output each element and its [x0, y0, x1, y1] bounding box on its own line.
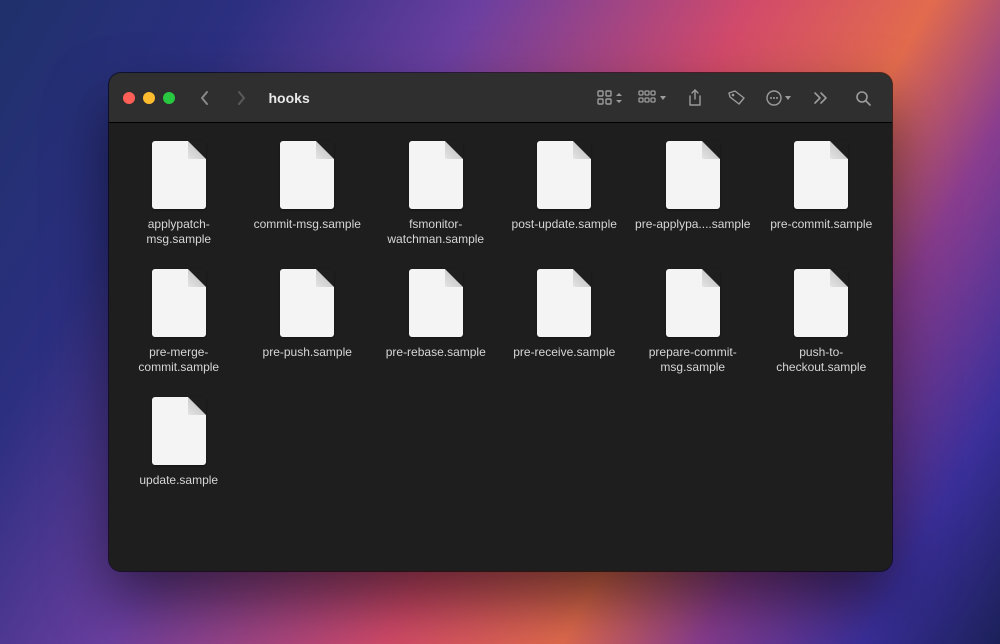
file-item[interactable]: applypatch-msg.sample	[119, 137, 240, 251]
file-label: update.sample	[139, 473, 218, 503]
file-item[interactable]: commit-msg.sample	[247, 137, 368, 251]
minimize-icon[interactable]	[143, 92, 155, 104]
file-item[interactable]: update.sample	[119, 393, 240, 507]
document-icon	[666, 269, 720, 337]
search-icon	[855, 90, 871, 106]
overflow-button[interactable]	[806, 85, 836, 111]
file-item[interactable]: pre-rebase.sample	[376, 265, 497, 379]
file-label: fsmonitor-watchman.sample	[378, 217, 495, 247]
search-button[interactable]	[848, 85, 878, 111]
file-label: pre-applypa....sample	[635, 217, 750, 247]
file-label: pre-rebase.sample	[386, 345, 486, 375]
file-label: prepare-commit-msg.sample	[635, 345, 752, 375]
file-label: commit-msg.sample	[254, 217, 361, 247]
file-item[interactable]: pre-receive.sample	[504, 265, 625, 379]
file-item[interactable]: push-to-checkout.sample	[761, 265, 882, 379]
ellipsis-circle-icon	[765, 89, 793, 107]
share-button[interactable]	[680, 85, 710, 111]
back-button[interactable]	[193, 86, 217, 110]
document-icon	[280, 269, 334, 337]
document-icon	[152, 397, 206, 465]
document-icon	[794, 269, 848, 337]
view-icons-button[interactable]	[596, 85, 626, 111]
actions-button[interactable]	[764, 85, 794, 111]
file-label: applypatch-msg.sample	[121, 217, 238, 247]
file-item[interactable]: post-update.sample	[504, 137, 625, 251]
zoom-icon[interactable]	[163, 92, 175, 104]
file-item[interactable]: pre-merge-commit.sample	[119, 265, 240, 379]
close-icon[interactable]	[123, 92, 135, 104]
forward-button[interactable]	[229, 86, 253, 110]
finder-window: hooks	[109, 73, 892, 571]
document-icon	[537, 269, 591, 337]
file-item[interactable]: pre-applypa....sample	[633, 137, 754, 251]
file-item[interactable]: pre-commit.sample	[761, 137, 882, 251]
chevron-right-icon	[236, 90, 246, 106]
document-icon	[409, 141, 463, 209]
document-icon	[152, 141, 206, 209]
tags-button[interactable]	[722, 85, 752, 111]
window-title: hooks	[269, 90, 310, 106]
group-button[interactable]	[638, 85, 668, 111]
file-grid: applypatch-msg.sample commit-msg.sample fs…	[119, 137, 882, 507]
file-item[interactable]: pre-push.sample	[247, 265, 368, 379]
file-label: push-to-checkout.sample	[763, 345, 880, 375]
file-label: post-update.sample	[512, 217, 617, 247]
file-item[interactable]: prepare-commit-msg.sample	[633, 265, 754, 379]
file-label: pre-commit.sample	[770, 217, 872, 247]
content-area[interactable]: applypatch-msg.sample commit-msg.sample fs…	[109, 123, 892, 571]
chevrons-right-icon	[813, 91, 829, 105]
file-label: pre-push.sample	[263, 345, 352, 375]
document-icon	[794, 141, 848, 209]
document-icon	[280, 141, 334, 209]
grid-icon	[597, 90, 625, 106]
file-label: pre-receive.sample	[513, 345, 615, 375]
group-icon	[638, 90, 668, 106]
file-label: pre-merge-commit.sample	[121, 345, 238, 375]
document-icon	[152, 269, 206, 337]
titlebar: hooks	[109, 73, 892, 123]
traffic-lights	[123, 92, 175, 104]
file-item[interactable]: fsmonitor-watchman.sample	[376, 137, 497, 251]
share-icon	[687, 89, 703, 107]
document-icon	[409, 269, 463, 337]
document-icon	[666, 141, 720, 209]
tag-icon	[728, 90, 746, 106]
chevron-left-icon	[200, 90, 210, 106]
document-icon	[537, 141, 591, 209]
